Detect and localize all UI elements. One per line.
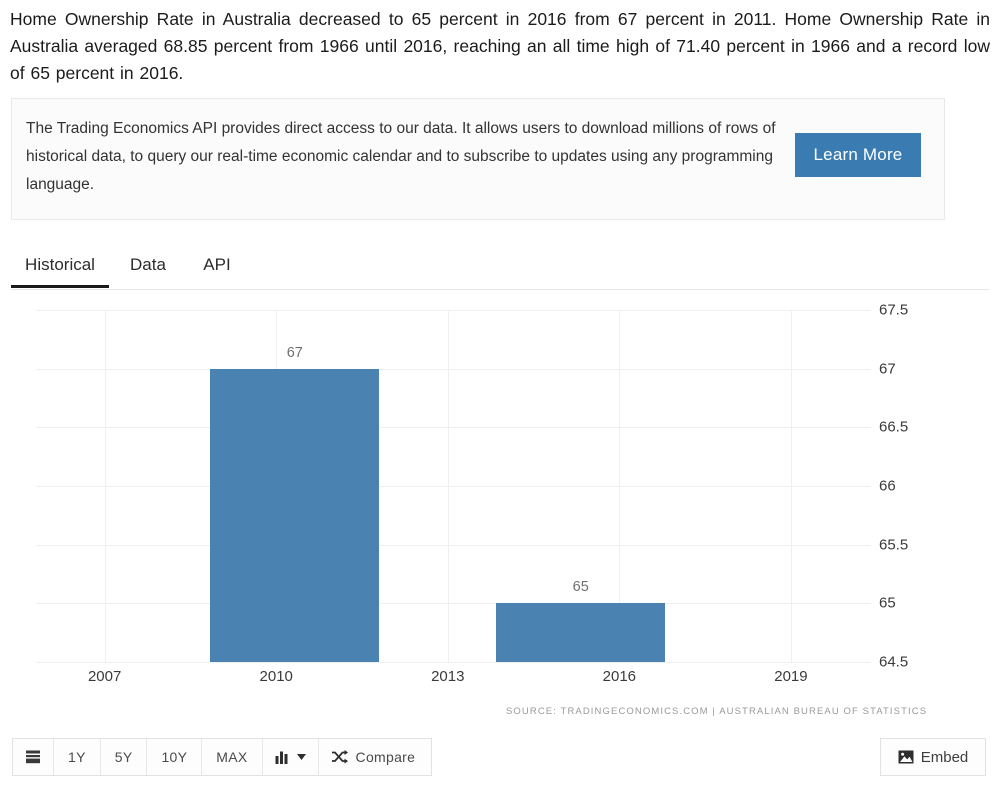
y-axis-tick: 65.5 bbox=[879, 536, 909, 554]
y-axis-tick: 67 bbox=[879, 360, 896, 378]
embed-label: Embed bbox=[920, 748, 969, 766]
y-axis-tick: 67.5 bbox=[879, 301, 909, 319]
chart-type-dropdown-button[interactable] bbox=[262, 739, 319, 775]
tab-historical[interactable]: Historical bbox=[11, 246, 109, 288]
gridline-horizontal bbox=[36, 368, 871, 370]
gridline-vertical bbox=[104, 310, 106, 662]
gridline-horizontal bbox=[36, 486, 871, 487]
tab-api[interactable]: API bbox=[193, 246, 241, 288]
y-axis-tick: 64.5 bbox=[879, 653, 909, 671]
chart-source-note: SOURCE: TRADINGECONOMICS.COM | AUSTRALIA… bbox=[506, 706, 928, 717]
gridline-vertical bbox=[790, 310, 792, 662]
y-axis-tick: 65 bbox=[879, 594, 896, 612]
y-axis-tick: 66 bbox=[879, 477, 896, 495]
chart-bar[interactable] bbox=[496, 603, 666, 662]
bar-value-label: 65 bbox=[572, 579, 589, 596]
range-button-1y[interactable]: 1Y bbox=[54, 739, 101, 775]
image-icon bbox=[898, 750, 914, 764]
embed-button[interactable]: Embed bbox=[880, 738, 986, 776]
x-axis-tick: 2013 bbox=[431, 668, 465, 685]
shuffle-icon bbox=[331, 750, 348, 764]
gridline-horizontal bbox=[36, 310, 871, 311]
calendar-icon bbox=[25, 749, 41, 765]
chart-toolbar: 1Y 5Y 10Y MAX Compare bbox=[12, 738, 433, 776]
range-button-10y[interactable]: 10Y bbox=[147, 739, 203, 775]
api-promo-box: The Trading Economics API provides direc… bbox=[11, 98, 945, 220]
summary-paragraph: Home Ownership Rate in Australia decreas… bbox=[10, 9, 990, 83]
gridline-horizontal bbox=[36, 603, 871, 605]
compare-button[interactable]: Compare bbox=[318, 739, 432, 775]
x-axis-tick: 2016 bbox=[602, 668, 637, 685]
range-button-5y[interactable]: 5Y bbox=[100, 739, 148, 775]
bar-chart-icon bbox=[275, 750, 291, 764]
x-axis-tick: 2010 bbox=[259, 668, 293, 685]
home-ownership-rate-chart: 67 65 67.5 67 66.5 66 65.5 65 64.5 2007 2010 2013… bbox=[11, 300, 989, 720]
y-axis-tick: 66.5 bbox=[879, 418, 909, 436]
x-axis-tick: 2007 bbox=[87, 668, 122, 685]
gridline-horizontal bbox=[36, 662, 871, 663]
gridline-horizontal bbox=[36, 544, 871, 546]
chart-plot-area[interactable]: 67 65 bbox=[36, 310, 871, 663]
chevron-down-icon bbox=[296, 754, 306, 760]
api-promo-text: The Trading Economics API provides direc… bbox=[26, 120, 776, 193]
bar-value-label: 67 bbox=[286, 344, 303, 361]
learn-more-button[interactable]: Learn More bbox=[795, 133, 921, 177]
gridline-vertical bbox=[447, 310, 449, 662]
calendar-range-button[interactable] bbox=[13, 739, 54, 775]
compare-label: Compare bbox=[355, 749, 416, 765]
gridline-horizontal bbox=[36, 427, 871, 429]
chart-tabs: Historical Data API bbox=[11, 246, 989, 290]
x-axis-tick: 2019 bbox=[774, 668, 808, 685]
chart-bar[interactable] bbox=[210, 368, 380, 662]
tab-data[interactable]: Data bbox=[121, 246, 175, 288]
range-button-max[interactable]: MAX bbox=[202, 739, 263, 775]
